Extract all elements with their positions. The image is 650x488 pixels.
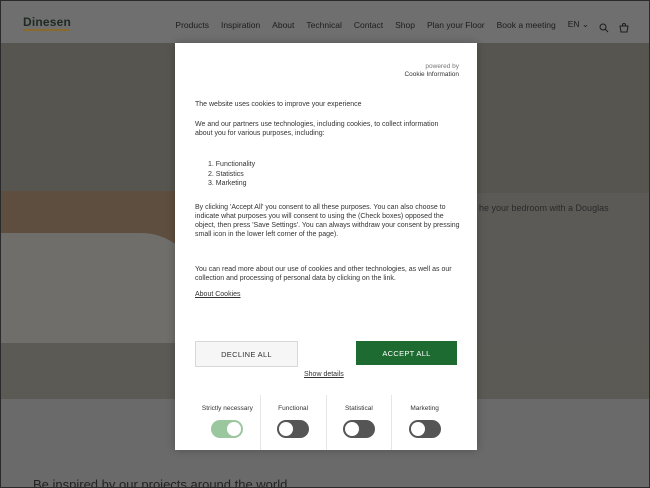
- toggle-functional: Functional: [259, 395, 326, 450]
- toggle-strictly-necessary: Strictly necessary: [195, 395, 260, 450]
- switch-knob: [344, 422, 359, 436]
- functional-switch[interactable]: [277, 420, 310, 438]
- cookie-paragraph-2: By clicking 'Accept All' you consent to …: [195, 204, 460, 238]
- nav-products[interactable]: Products: [175, 20, 209, 30]
- toggle-statistical: Statistical: [325, 395, 392, 450]
- toggle-marketing: Marketing: [391, 395, 457, 450]
- search-icon[interactable]: [599, 20, 609, 32]
- purpose-item: 3. Marketing: [208, 180, 247, 187]
- cookie-paragraph-3: You can read more about our use of cooki…: [195, 266, 452, 282]
- statistical-switch[interactable]: [342, 420, 375, 438]
- marketing-switch[interactable]: [408, 420, 441, 438]
- nav-plan-your-floor[interactable]: Plan your Floor: [427, 20, 485, 30]
- about-cookies-link[interactable]: About Cookies: [195, 291, 241, 298]
- cookie-paragraph-1: We and our partners use technologies, in…: [195, 121, 439, 137]
- purpose-item: 1. Functionality: [208, 161, 256, 168]
- powered-by-label: powered by: [425, 63, 459, 70]
- logo[interactable]: Dinesen: [23, 15, 71, 29]
- nav-about[interactable]: About: [272, 20, 294, 30]
- toggle-label: Functional: [278, 405, 309, 412]
- cookie-consent-dialog: powered by Cookie Information The websit…: [175, 43, 477, 450]
- switch-knob: [410, 422, 425, 436]
- nav-shop[interactable]: Shop: [395, 20, 415, 30]
- show-details-link[interactable]: Show details: [304, 371, 344, 378]
- cart-icon[interactable]: [619, 20, 629, 32]
- consent-toggles: Strictly necessary Functional Statistica…: [195, 395, 457, 450]
- hero-caption: he your bedroom with a Douglas: [479, 203, 609, 213]
- nav-contact[interactable]: Contact: [354, 20, 383, 30]
- nav-book-a-meeting[interactable]: Book a meeting: [497, 20, 556, 30]
- site-header: Dinesen Products Inspiration About Techn…: [1, 1, 649, 43]
- nav-inspiration[interactable]: Inspiration: [221, 20, 260, 30]
- section-heading: Be inspired by our projects around the w…: [33, 477, 288, 488]
- logo-underline: [23, 29, 69, 31]
- switch-knob: [227, 422, 242, 436]
- provider-name: Cookie Information: [404, 71, 459, 78]
- accept-all-button[interactable]: ACCEPT ALL: [356, 341, 457, 365]
- switch-knob: [279, 422, 294, 436]
- page-frame: Dinesen Products Inspiration About Techn…: [0, 0, 650, 488]
- language-selector[interactable]: EN ⌄: [568, 19, 589, 30]
- nav-technical[interactable]: Technical: [306, 20, 341, 30]
- cookie-intro: The website uses cookies to improve your…: [195, 101, 362, 108]
- toggle-label: Marketing: [410, 405, 439, 412]
- purpose-list: 1. Functionality 2. Statistics 3. Market…: [208, 160, 255, 189]
- strictly-necessary-switch[interactable]: [211, 420, 244, 438]
- decline-all-button[interactable]: DECLINE ALL: [195, 341, 298, 367]
- powered-by: powered by Cookie Information: [404, 63, 459, 79]
- main-nav: Products Inspiration About Technical Con…: [163, 19, 629, 32]
- purpose-item: 2. Statistics: [208, 170, 244, 178]
- toggle-label: Strictly necessary: [201, 405, 253, 412]
- toggle-label: Statistical: [344, 405, 373, 412]
